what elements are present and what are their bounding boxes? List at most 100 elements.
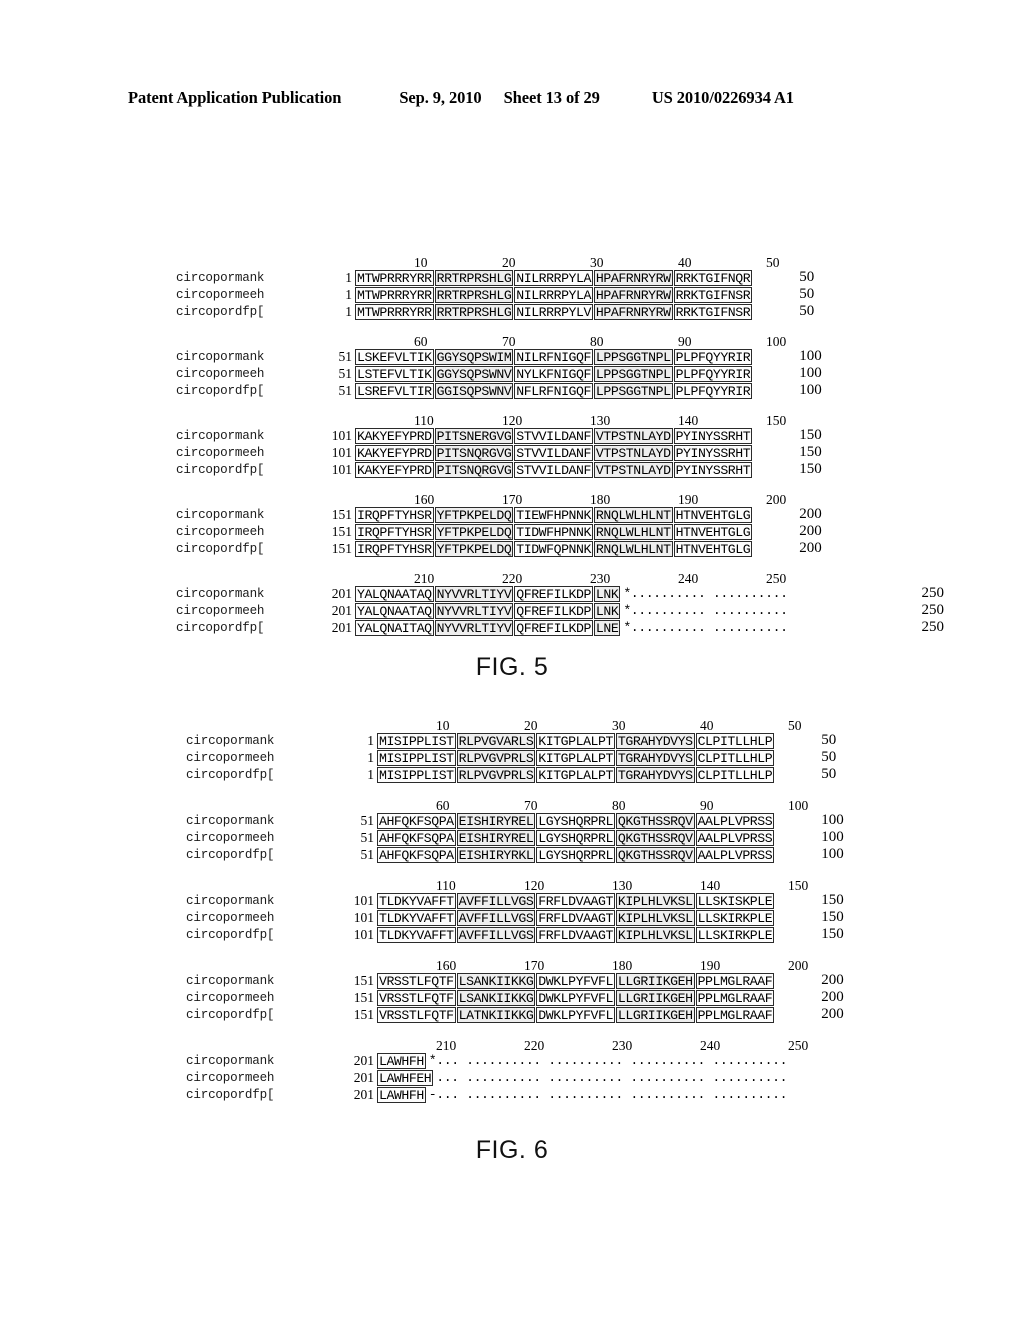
sequence-end-position: 250 — [921, 602, 945, 618]
residue-segment: MISIPPLIST — [377, 749, 456, 766]
residue-segment: VTPSTNLAYD — [593, 427, 673, 444]
residue-segment: LNK — [593, 585, 621, 602]
sequence-name: circopormeeh — [186, 1070, 275, 1085]
ruler-tick: 200 — [766, 492, 787, 507]
sequence-row: circopormeeh 101 KAKYEFYPRD PITSNQRGVG STVVI… — [176, 444, 1024, 461]
residue-segment: GGYSQPSWNV — [434, 365, 514, 382]
residue-segment: TGRAHYDVYS — [615, 749, 695, 766]
residue-segment: PITSNQRGVG — [434, 461, 514, 478]
residue-segment: TIEWFHPNNK — [514, 506, 593, 523]
gap-padding: *.......... .......... — [623, 586, 788, 601]
sequence-name: circopordfp[ — [186, 927, 275, 942]
residue-segment: CLPITLLHLP — [695, 749, 775, 766]
sequence-name: circopormeeh — [186, 990, 275, 1005]
sequence-name: circopordfp[ — [176, 383, 265, 398]
sequence-end-position: 50 — [821, 749, 837, 765]
sequence-row: circopordfp[1 MISIPPLIST RLPVGVPRLS KITGPLA… — [186, 766, 1024, 783]
alignment-block: 210 220 230 240 250 circopormank 201 YALQNAATAQ… — [176, 571, 1024, 639]
sequence-name: circopormank — [186, 893, 275, 908]
residue-segment: NILRFNIGQF — [514, 348, 593, 365]
ruler-tick: 250 — [766, 571, 787, 586]
residue-segment: LSKEFVLTIK — [355, 348, 434, 365]
sequence-start-position: 51 — [338, 365, 353, 381]
residue-segment: DWKLPYFVFL — [536, 972, 615, 989]
residue-segment: PPLMGLRAAF — [695, 989, 775, 1006]
publication-date: Sep. 9, 2010 — [399, 88, 482, 107]
residue-segment: NYLKFNIGQF — [514, 365, 593, 382]
sequence-start-position: 51 — [360, 812, 375, 828]
residue-segment: LSANKIIKKG — [456, 989, 536, 1006]
residue-segment: LNK — [593, 602, 621, 619]
sequence-start-position: 201 — [353, 1069, 374, 1085]
residue-segment: EISHIRYREL — [456, 829, 536, 846]
sequence-segments: VRSSTLFQTF LATNKIIKKG DWKLPYFVFL LLGRIIKGEH… — [377, 1006, 775, 1023]
residue-segment: VRSSTLFQTF — [377, 1006, 456, 1023]
ruler-tick: 200 — [788, 958, 809, 973]
residue-segment: PYINYSSRHT — [673, 444, 753, 461]
residue-segment: AVFFILLVGS — [456, 892, 536, 909]
sequence-end-position: 50 — [821, 732, 837, 748]
residue-segment: KIPLHLVKSL — [615, 926, 695, 943]
sequence-row: circopormank 151 IRQPFTYHSR YFTPKPELDQ TIEWF… — [176, 506, 1024, 523]
sequence-row: circopormeeh 1 MISIPPLIST RLPVGVPRLS KITGPLA… — [186, 749, 1024, 766]
residue-segment: PYINYSSRHT — [673, 461, 753, 478]
ruler-tick: 50 — [766, 255, 780, 270]
ruler-tick: 180 — [590, 492, 611, 507]
residue-segment: RRTRPRSHLG — [434, 303, 514, 320]
ruler-tick: 240 — [700, 1038, 721, 1053]
residue-segment: DWKLPYFVFL — [536, 1006, 615, 1023]
ruler-tick: 160 — [414, 492, 435, 507]
residue-segment: TIDWFQPNNK — [514, 540, 593, 557]
sequence-start-position: 101 — [353, 926, 374, 942]
sequence-start-position: 151 — [353, 989, 374, 1005]
position-ruler: 10 20 30 40 50 — [186, 718, 1024, 733]
sequence-row: circopormeeh 201 LAWHFEH... .......... ...… — [186, 1069, 1024, 1086]
sequence-name: circopormeeh — [186, 750, 275, 765]
sequence-end-position: 200 — [799, 540, 822, 556]
residue-segment: TGRAHYDVYS — [615, 732, 695, 749]
position-ruler: 10 20 30 40 50 — [176, 255, 1024, 270]
ruler-tick: 40 — [678, 255, 692, 270]
residue-segment: TLDKYVAFFT — [377, 926, 456, 943]
residue-segment: HPAFRNRYRW — [593, 303, 673, 320]
sequence-name: circopordfp[ — [176, 304, 265, 319]
sequence-row: circopormank 101 TLDKYVAFFT AVFFILLVGS FRFLD… — [186, 892, 1024, 909]
residue-segment: MTWPRRRYRR — [355, 303, 434, 320]
ruler-tick: 20 — [524, 718, 538, 733]
ruler-tick: 100 — [788, 798, 809, 813]
sequence-row: circopormank 51 AHFQKFSQPA EISHIRYREL LGYSHQ… — [186, 812, 1024, 829]
sheet-number: Sheet 13 of 29 — [503, 88, 600, 107]
sequence-row: circopormank 1 MISIPPLIST RLPVGVARLS KITGPLA… — [186, 732, 1024, 749]
sequence-row: circopormeeh 201 YALQNAATAQ NYVVRLTIYV QFREF… — [176, 602, 1024, 619]
figure-6: 10 20 30 40 50 circopormank 1 MISIPPLIST RLPVGVA… — [0, 718, 1024, 1165]
residue-segment: TLDKYVAFFT — [377, 909, 456, 926]
sequence-segments: AHFQKFSQPA EISHIRYRKL LGYSHQRPRL QKGTHSSRQV… — [377, 846, 775, 863]
sequence-name: circopordfp[ — [186, 1007, 275, 1022]
sequence-row: circopormeeh 51 LSTEFVLTIK GGYSQPSWNV NYLKFN… — [176, 365, 1024, 382]
alignment-block: 60 70 80 90 100 circopormank 51 AHFQKFSQPA EISHI… — [186, 798, 1024, 866]
residue-segment: QFREFILKDP — [514, 585, 593, 602]
publication-number: US 2010/0226934 A1 — [651, 88, 794, 107]
residue-segment: AALPLVPRSS — [695, 846, 775, 863]
residue-segment: PYINYSSRHT — [673, 427, 753, 444]
sequence-end-position: 50 — [821, 766, 837, 782]
sequence-name: circopormank — [186, 813, 275, 828]
sequence-row: circopormank 51 LSKEFVLTIK GGYSQPSWIM NILRFN… — [176, 348, 1024, 365]
sequence-name: circopormank — [186, 1053, 275, 1068]
residue-segment: RRKTGIFNSR — [673, 303, 753, 320]
residue-segment: PPLMGLRAAF — [695, 1006, 775, 1023]
sequence-row: circopordfp[201 YALQNAITAQ NYVVRLTIYV QFREF… — [176, 619, 1024, 636]
residue-segment: STVVILDANF — [514, 461, 593, 478]
sequence-row: circopordfp[51 AHFQKFSQPA EISHIRYRKL LGYSHQ… — [186, 846, 1024, 863]
sequence-name: circopordfp[ — [186, 847, 275, 862]
ruler-tick: 50 — [788, 718, 802, 733]
residue-segment: YFTPKPELDQ — [434, 506, 514, 523]
figure-caption: FIG. 5 — [475, 653, 549, 681]
sequence-start-position: 201 — [331, 619, 352, 635]
residue-segment: CLPITLLHLP — [695, 766, 775, 783]
alignment-block: 160 170 180 190 200 circopormank 151 IRQPFTYHSR… — [176, 492, 1024, 560]
ruler-tick: 30 — [590, 255, 604, 270]
publication-header: Patent Application Publication Sep. 9, 2… — [128, 88, 896, 108]
residue-segment: HPAFRNRYRW — [593, 286, 673, 303]
sequence-end-position: 250 — [921, 619, 945, 635]
